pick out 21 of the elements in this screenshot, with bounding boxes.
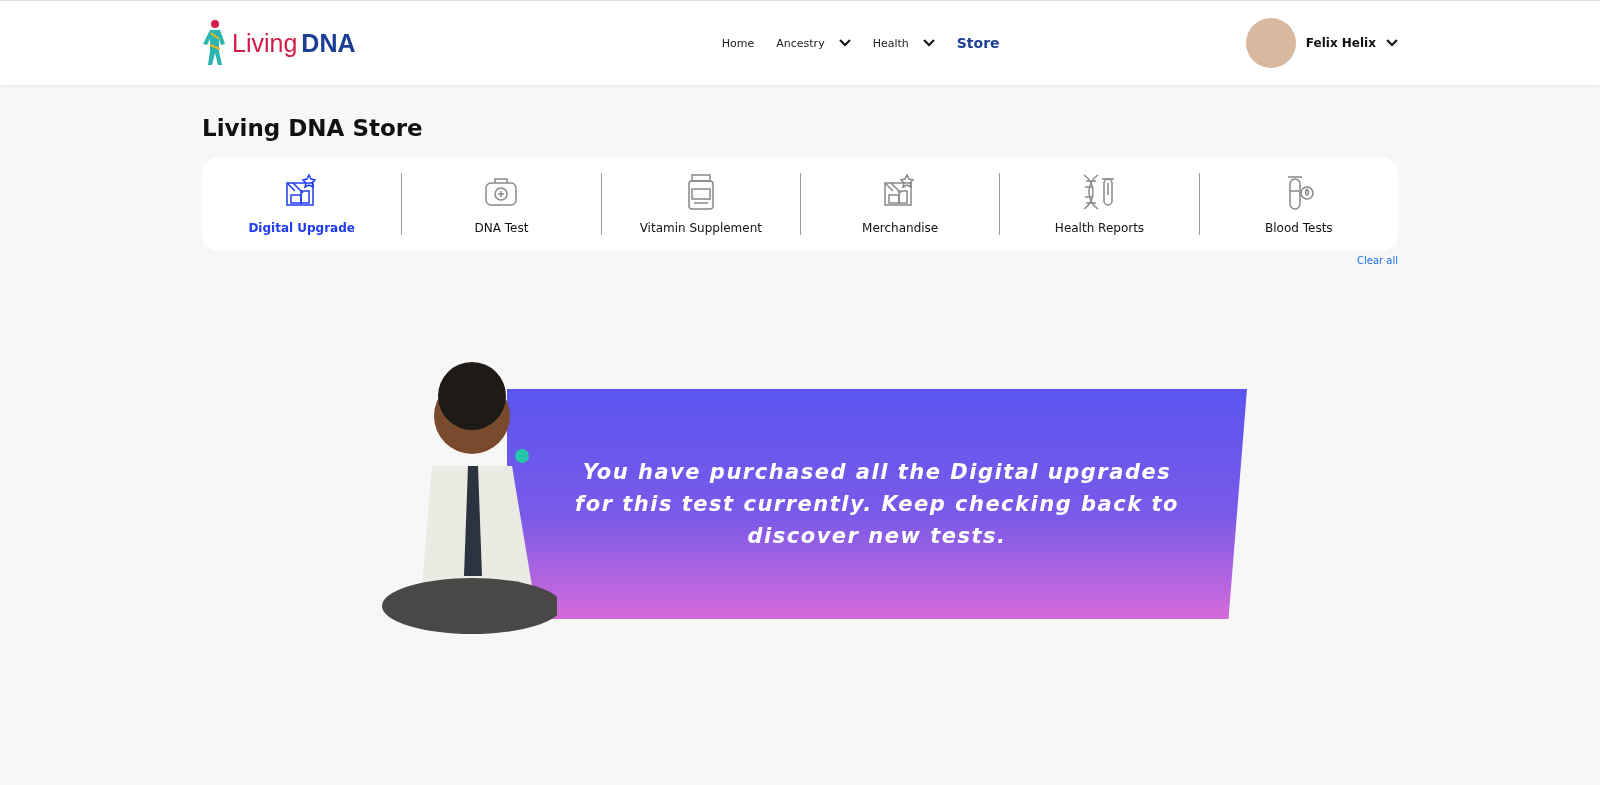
- user-name[interactable]: Felix Helix: [1305, 36, 1376, 50]
- chevron-down-icon: [838, 39, 851, 47]
- nav-link[interactable]: Store: [956, 35, 1000, 51]
- chevron-down-icon: [1386, 39, 1398, 47]
- category-tab[interactable]: Vitamin Supplement: [600, 173, 800, 235]
- person-logo-icon: [202, 19, 228, 67]
- category-tab[interactable]: Digital Upgrade: [202, 173, 402, 235]
- nav-link[interactable]: Health: [872, 36, 935, 50]
- banner-message: You have purchased all the Digital upgrades for this test currently. Keep checking back to discover new tests.: [574, 459, 1180, 550]
- avatar[interactable]: [1245, 18, 1296, 68]
- category-tab[interactable]: Merchandise: [800, 173, 1000, 235]
- nav-link[interactable]: Ancestry: [776, 36, 851, 50]
- logo-text: DNA: [301, 28, 356, 58]
- chevron-down-icon: [922, 39, 935, 47]
- category-tab[interactable]: Blood Tests: [1198, 173, 1398, 235]
- clear-all-link[interactable]: Clear all: [1357, 255, 1398, 266]
- category-tab[interactable]: DNA Test: [401, 173, 601, 235]
- page-title: Living DNA Store: [202, 115, 424, 141]
- logo-text: Living: [232, 28, 298, 58]
- nav-link[interactable]: Home: [721, 36, 755, 50]
- category-tab[interactable]: Health Reports: [999, 173, 1199, 235]
